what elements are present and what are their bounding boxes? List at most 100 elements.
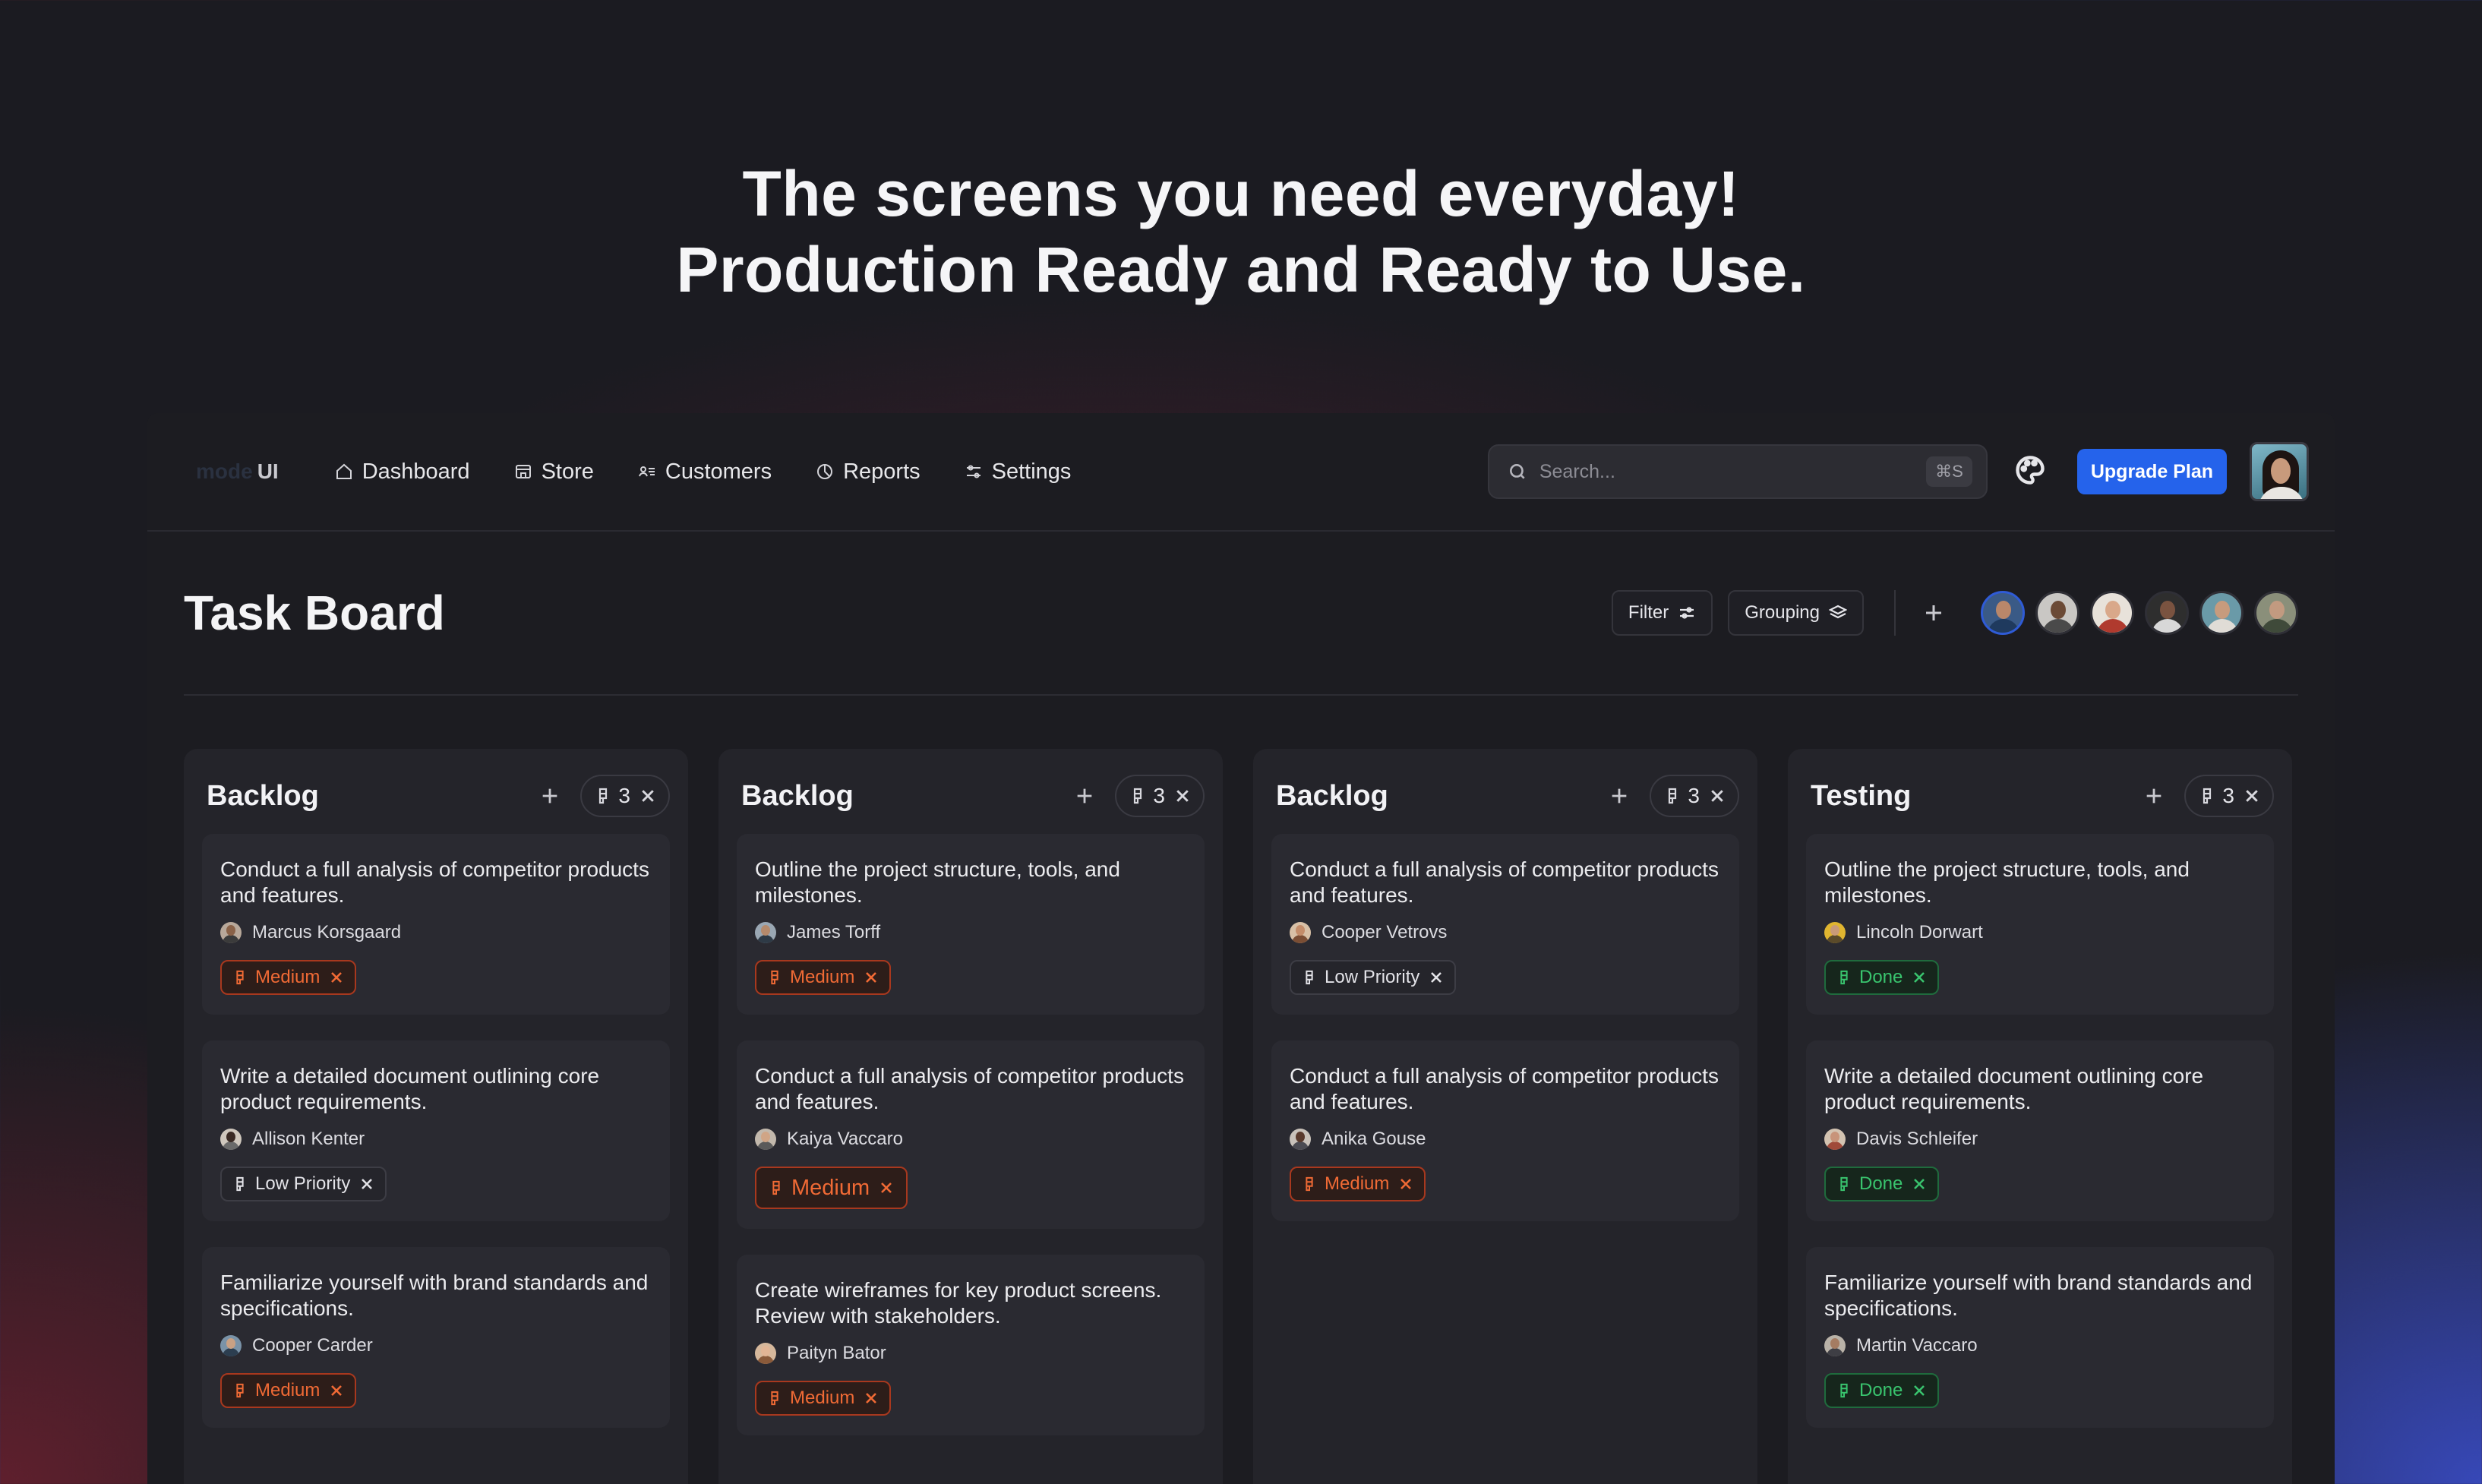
- task-description: Write a detailed document outlining core…: [1824, 1064, 2204, 1113]
- hero: The screens you need everyday! Productio…: [0, 156, 2482, 308]
- assignee-name: Anika Gouse: [1322, 1129, 1426, 1149]
- team-avatar[interactable]: [2090, 591, 2134, 635]
- assignee: Allison Kenter: [220, 1129, 652, 1150]
- assignee-avatar: [1290, 922, 1311, 943]
- priority-label: Medium: [791, 1175, 870, 1200]
- add-card-button[interactable]: [2139, 781, 2169, 811]
- assignee-avatar: [755, 1343, 776, 1364]
- filter-label: Filter: [1628, 602, 1669, 623]
- search-bar[interactable]: ⌘S: [1487, 444, 1988, 499]
- pie-chart-icon: [817, 464, 833, 479]
- add-card-button[interactable]: [535, 781, 565, 811]
- task-card[interactable]: Familiarize yourself with brand standard…: [1806, 1247, 2274, 1428]
- logo[interactable]: mode UI: [196, 459, 279, 484]
- team-avatars: [1970, 591, 2298, 635]
- team-avatar[interactable]: [2254, 591, 2298, 635]
- search-input[interactable]: [1539, 460, 1927, 483]
- task-description: Conduct a full analysis of competitor pr…: [755, 1064, 1184, 1113]
- column-title: Testing: [1811, 779, 1912, 812]
- priority-tag: Medium: [755, 1167, 908, 1209]
- remove-tag-icon[interactable]: [865, 1392, 877, 1404]
- nav-reports-label: Reports: [843, 459, 920, 484]
- remove-tag-icon[interactable]: [361, 1178, 373, 1190]
- figma-icon: [1840, 1176, 1848, 1192]
- remove-tag-icon[interactable]: [1913, 1178, 1925, 1190]
- team-avatar[interactable]: [1981, 591, 2025, 635]
- nav-settings[interactable]: Settings: [965, 459, 1071, 485]
- column-header: Backlog 3: [1271, 773, 1739, 819]
- remove-tag-icon[interactable]: [1913, 1385, 1925, 1397]
- status-label: Done: [1859, 967, 1903, 987]
- nav-dashboard-label: Dashboard: [362, 459, 470, 484]
- grouping-button[interactable]: Grouping: [1728, 590, 1864, 636]
- task-card[interactable]: Conduct a full analysis of competitor pr…: [1271, 1040, 1739, 1221]
- task-card[interactable]: Outline the project structure, tools, an…: [1806, 834, 2274, 1015]
- figma-icon: [772, 1180, 780, 1195]
- task-card[interactable]: Conduct a full analysis of competitor pr…: [202, 834, 670, 1015]
- figma-icon: [2203, 788, 2212, 804]
- priority-label: Low Priority: [255, 1173, 351, 1194]
- remove-tag-icon[interactable]: [880, 1182, 892, 1194]
- add-card-button[interactable]: [1069, 781, 1100, 811]
- assignee-name: Allison Kenter: [252, 1129, 365, 1149]
- nav-dashboard[interactable]: Dashboard: [335, 459, 470, 485]
- assignee: Anika Gouse: [1290, 1129, 1721, 1150]
- assignee: Cooper Vetrovs: [1290, 922, 1721, 943]
- task-description: Conduct a full analysis of competitor pr…: [1290, 1064, 1719, 1113]
- priority-tag: Low Priority: [1290, 960, 1457, 995]
- remove-tag-icon[interactable]: [330, 1385, 343, 1397]
- assignee-avatar: [1824, 922, 1846, 943]
- task-card[interactable]: Write a detailed document outlining core…: [1806, 1040, 2274, 1221]
- task-card[interactable]: Outline the project structure, tools, an…: [737, 834, 1205, 1015]
- task-description: Conduct a full analysis of competitor pr…: [220, 857, 649, 907]
- priority-label: Medium: [790, 967, 855, 987]
- upgrade-plan-button[interactable]: Upgrade Plan: [2076, 449, 2227, 494]
- task-description: Familiarize yourself with brand standard…: [1824, 1271, 2253, 1320]
- nav-customers[interactable]: Customers: [638, 459, 772, 485]
- palette-icon: [2016, 456, 2045, 485]
- team-avatar[interactable]: [2199, 591, 2244, 635]
- add-member-button[interactable]: [1918, 598, 1949, 628]
- task-card[interactable]: Conduct a full analysis of competitor pr…: [737, 1040, 1205, 1229]
- remove-tag-icon[interactable]: [865, 971, 877, 984]
- logo-text: UI: [257, 459, 279, 483]
- task-card[interactable]: Conduct a full analysis of competitor pr…: [1271, 834, 1739, 1015]
- task-card[interactable]: Write a detailed document outlining core…: [202, 1040, 670, 1221]
- figma-icon: [236, 970, 244, 985]
- board-column: Testing 3 Outline the project structure,…: [1788, 749, 2292, 1484]
- priority-label: Medium: [255, 967, 321, 987]
- card-count: 3: [1153, 784, 1165, 807]
- remove-tag-icon[interactable]: [1430, 971, 1442, 984]
- card-count-chip: 3: [1650, 775, 1739, 817]
- close-icon[interactable]: [2245, 789, 2259, 803]
- close-icon[interactable]: [641, 789, 655, 803]
- figma-icon: [1134, 788, 1142, 804]
- nav-reports[interactable]: Reports: [816, 459, 920, 485]
- assignee-avatar: [755, 1129, 776, 1150]
- remove-tag-icon[interactable]: [1913, 971, 1925, 984]
- figma-icon: [1840, 970, 1848, 985]
- close-icon[interactable]: [1176, 789, 1189, 803]
- task-description: Familiarize yourself with brand standard…: [220, 1271, 649, 1320]
- remove-tag-icon[interactable]: [1400, 1178, 1412, 1190]
- team-avatar[interactable]: [2145, 591, 2189, 635]
- filter-icon: [1680, 607, 1694, 619]
- close-icon[interactable]: [1710, 789, 1724, 803]
- theme-palette-button[interactable]: [2013, 453, 2050, 490]
- task-description: Write a detailed document outlining core…: [220, 1064, 600, 1113]
- column-title: Backlog: [207, 779, 319, 812]
- remove-tag-icon[interactable]: [330, 971, 343, 984]
- filter-button[interactable]: Filter: [1611, 590, 1713, 636]
- grouping-label: Grouping: [1745, 602, 1820, 623]
- assignee-name: Cooper Vetrovs: [1322, 922, 1448, 942]
- nav-store[interactable]: Store: [514, 459, 594, 485]
- user-avatar[interactable]: [2250, 442, 2309, 501]
- task-card[interactable]: Create wireframes for key product screen…: [737, 1255, 1205, 1435]
- card-count-chip: 3: [1115, 775, 1205, 817]
- team-avatar[interactable]: [2035, 591, 2079, 635]
- sliders-icon: [966, 465, 980, 478]
- task-card[interactable]: Familiarize yourself with brand standard…: [202, 1247, 670, 1428]
- assignee-name: Kaiya Vaccaro: [787, 1129, 903, 1149]
- figma-icon: [236, 1176, 244, 1192]
- add-card-button[interactable]: [1604, 781, 1634, 811]
